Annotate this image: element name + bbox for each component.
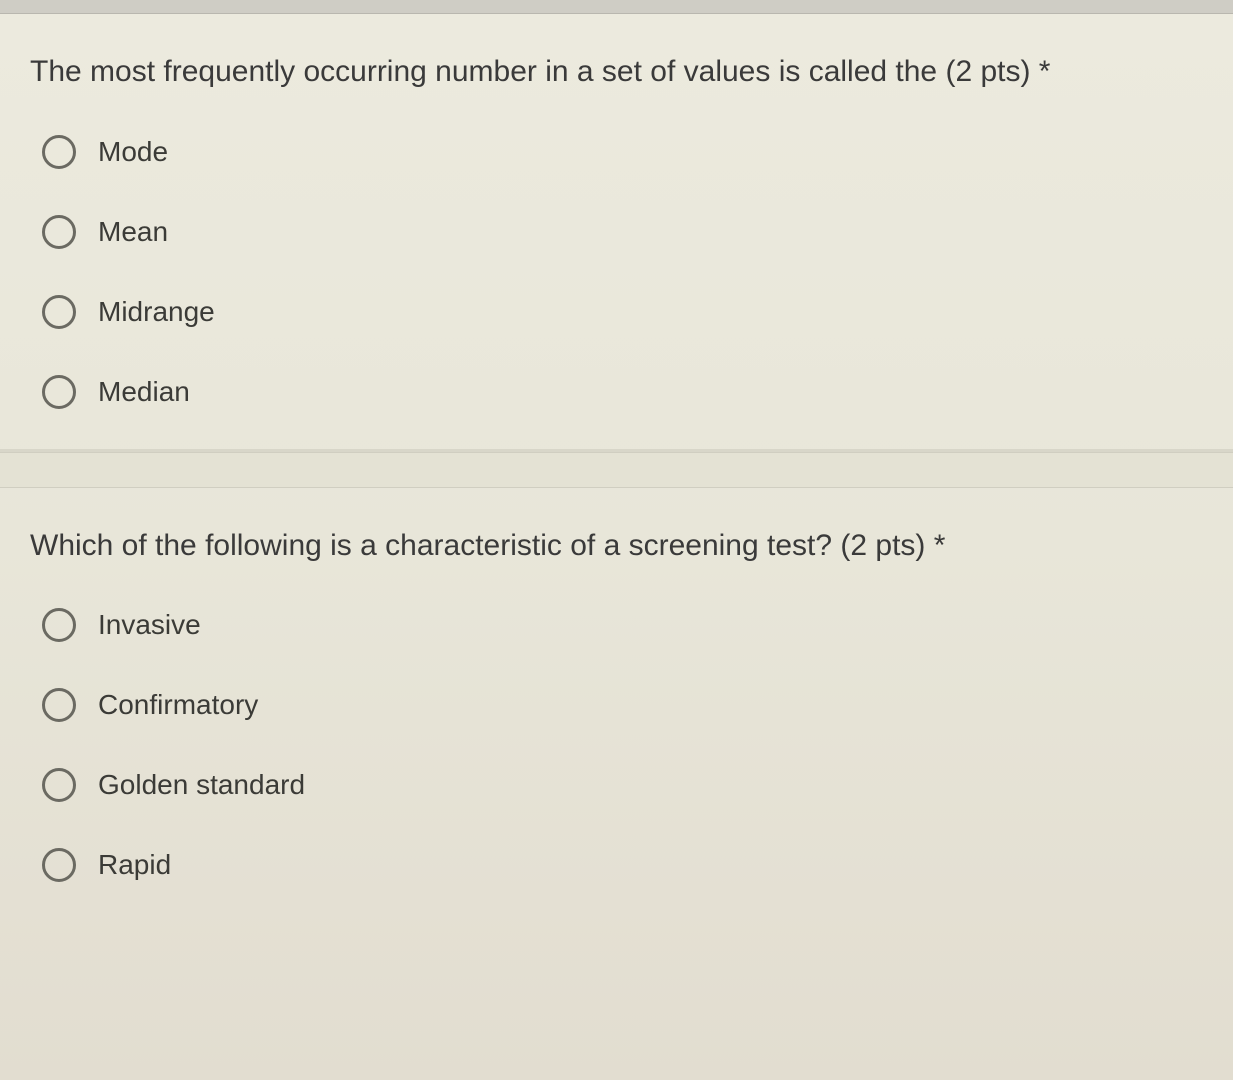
option-label: Median <box>98 376 190 408</box>
form-page: The most frequently occurring number in … <box>0 0 1233 1080</box>
options-group: Invasive Confirmatory Golden standard Ra… <box>30 608 1203 882</box>
radio-icon[interactable] <box>42 768 76 802</box>
option-label: Invasive <box>98 609 201 641</box>
options-group: Mode Mean Midrange Median <box>30 135 1203 409</box>
radio-icon[interactable] <box>42 135 76 169</box>
radio-icon[interactable] <box>42 375 76 409</box>
option-label: Golden standard <box>98 769 305 801</box>
option-mode[interactable]: Mode <box>42 135 1203 169</box>
option-label: Mean <box>98 216 168 248</box>
option-invasive[interactable]: Invasive <box>42 608 1203 642</box>
radio-icon[interactable] <box>42 688 76 722</box>
option-midrange[interactable]: Midrange <box>42 295 1203 329</box>
radio-icon[interactable] <box>42 215 76 249</box>
option-median[interactable]: Median <box>42 375 1203 409</box>
option-confirmatory[interactable]: Confirmatory <box>42 688 1203 722</box>
question-card: Which of the following is a characterist… <box>0 488 1233 933</box>
radio-icon[interactable] <box>42 295 76 329</box>
option-golden-standard[interactable]: Golden standard <box>42 768 1203 802</box>
option-label: Midrange <box>98 296 215 328</box>
radio-icon[interactable] <box>42 608 76 642</box>
card-gap <box>0 452 1233 488</box>
question-prompt: The most frequently occurring number in … <box>30 52 1203 93</box>
option-label: Mode <box>98 136 168 168</box>
option-label: Confirmatory <box>98 689 258 721</box>
option-label: Rapid <box>98 849 171 881</box>
top-divider <box>0 0 1233 14</box>
option-mean[interactable]: Mean <box>42 215 1203 249</box>
question-card: The most frequently occurring number in … <box>0 14 1233 452</box>
option-rapid[interactable]: Rapid <box>42 848 1203 882</box>
radio-icon[interactable] <box>42 848 76 882</box>
question-prompt: Which of the following is a characterist… <box>30 526 1203 567</box>
